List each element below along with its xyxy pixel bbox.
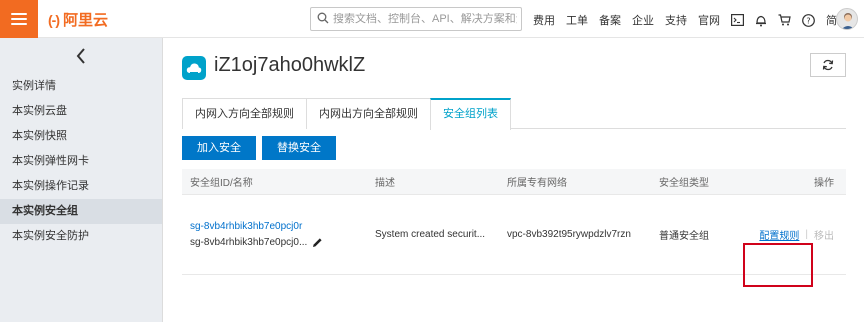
action-separator: | <box>805 229 808 240</box>
header-sg-type: 安全组类型 <box>659 178 709 189</box>
menu-button[interactable] <box>0 0 38 38</box>
hamburger-icon <box>11 10 27 28</box>
top-nav-bar: (-) 阿里云 费用 工单 备案 企业 支持 官网 ? 简体 <box>0 0 864 38</box>
security-group-table: 安全组ID/名称 描述 所属专有网络 安全组类型 操作 sg-8vb4rhbik… <box>182 169 846 287</box>
sidebar: 实例详情 本实例云盘 本实例快照 本实例弹性网卡 本实例操作记录 本实例安全组 … <box>0 38 163 322</box>
user-avatar[interactable] <box>836 8 858 30</box>
sg-actions: 配置规则 | 移出 <box>759 227 834 242</box>
aliyun-logo[interactable]: (-) 阿里云 <box>48 9 108 30</box>
header-actions: 操作 <box>814 178 834 189</box>
sidebar-item-eni[interactable]: 本实例弹性网卡 <box>0 149 162 174</box>
logo-mark-icon: (-) <box>48 11 60 28</box>
svg-text:?: ? <box>806 16 810 25</box>
search-input[interactable] <box>333 13 517 25</box>
logo-text: 阿里云 <box>63 12 109 29</box>
sidebar-item-security-protection[interactable]: 本实例安全防护 <box>0 224 162 249</box>
header-description: 描述 <box>375 178 395 189</box>
header-vpc: 所属专有网络 <box>507 178 567 189</box>
sidebar-item-instance-details[interactable]: 实例详情 <box>0 74 162 99</box>
search-icon <box>317 12 329 27</box>
refresh-icon <box>822 59 834 71</box>
link-enterprise[interactable]: 企业 <box>632 12 654 28</box>
sidebar-item-operation-log[interactable]: 本实例操作记录 <box>0 174 162 199</box>
chevron-left-icon <box>76 48 85 64</box>
tab-outbound-rules[interactable]: 内网出方向全部规则 <box>306 98 431 129</box>
link-fees[interactable]: 费用 <box>533 12 555 28</box>
tab-inbound-rules[interactable]: 内网入方向全部规则 <box>182 98 307 129</box>
main-content: iZ1oj7aho0hwklZ 内网入方向全部规则 内网出方向全部规则 安全组列… <box>164 38 864 322</box>
edit-pen-icon[interactable] <box>312 237 323 248</box>
configure-rules-link[interactable]: 配置规则 <box>759 227 799 242</box>
sidebar-item-snapshots[interactable]: 本实例快照 <box>0 124 162 149</box>
help-icon[interactable]: ? <box>802 13 815 27</box>
cart-icon[interactable] <box>778 14 791 26</box>
page-title: iZ1oj7aho0hwklZ <box>214 54 366 76</box>
link-icp[interactable]: 备案 <box>599 12 621 28</box>
search-box[interactable] <box>310 7 522 31</box>
sg-description: System created securit... <box>375 229 486 240</box>
sidebar-item-disks[interactable]: 本实例云盘 <box>0 99 162 124</box>
highlight-annotation <box>743 243 813 287</box>
sidebar-menu: 实例详情 本实例云盘 本实例快照 本实例弹性网卡 本实例操作记录 本实例安全组 … <box>0 74 162 249</box>
replace-security-group-button[interactable]: 替换安全组 <box>262 136 336 178</box>
bell-icon[interactable] <box>755 14 767 27</box>
sg-vpc: vpc-8vb392t95rywpdzlv7rzn <box>507 229 631 240</box>
table-header: 安全组ID/名称 描述 所属专有网络 安全组类型 操作 <box>182 169 846 195</box>
sg-id-link[interactable]: sg-8vb4rhbik3hb7e0pcj0r <box>190 221 323 232</box>
top-links: 费用 工单 备案 企业 支持 官网 ? 简体 <box>533 12 859 28</box>
cloud-icon <box>182 56 206 80</box>
remove-link[interactable]: 移出 <box>814 227 834 242</box>
refresh-button[interactable] <box>810 53 846 77</box>
tab-security-group-list[interactable]: 安全组列表 <box>430 98 511 130</box>
header-sg-id: 安全组ID/名称 <box>190 178 253 189</box>
sg-name-wrap: sg-8vb4rhbik3hb7e0pcj0... <box>190 237 323 248</box>
link-website[interactable]: 官网 <box>698 12 720 28</box>
tab-bar: 内网入方向全部规则 内网出方向全部规则 安全组列表 <box>182 98 846 130</box>
sidebar-item-security-groups[interactable]: 本实例安全组 <box>0 199 162 224</box>
table-row: sg-8vb4rhbik3hb7e0pcj0r sg-8vb4rhbik3hb7… <box>182 195 846 287</box>
sg-id-cell: sg-8vb4rhbik3hb7e0pcj0r sg-8vb4rhbik3hb7… <box>190 221 323 248</box>
sidebar-collapse-button[interactable] <box>0 38 162 74</box>
sg-name: sg-8vb4rhbik3hb7e0pcj0... <box>190 237 308 248</box>
terminal-icon[interactable] <box>731 14 744 26</box>
link-support[interactable]: 支持 <box>665 12 687 28</box>
sg-type: 普通安全组 <box>659 231 709 242</box>
add-security-group-button[interactable]: 加入安全组 <box>182 136 256 178</box>
link-tickets[interactable]: 工单 <box>566 12 588 28</box>
